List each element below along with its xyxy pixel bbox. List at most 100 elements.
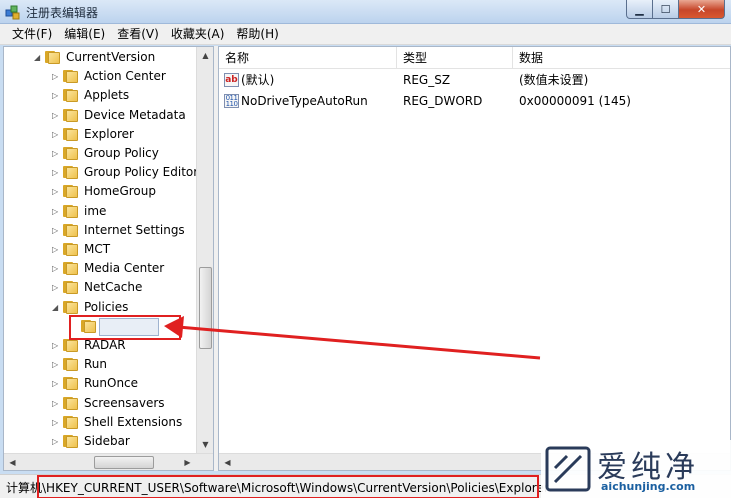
- folder-icon: [63, 434, 79, 448]
- tree-item[interactable]: ▷ Group Policy: [4, 144, 194, 163]
- tree-item[interactable]: ▷ Shell Extensions: [4, 413, 194, 432]
- folder-icon: [63, 338, 79, 352]
- tree-vertical-scrollbar[interactable]: ▲ ▼: [196, 47, 213, 453]
- window-controls: ▁ ☐ ✕: [626, 0, 725, 19]
- scroll-down-arrow-icon[interactable]: ▼: [197, 436, 213, 453]
- tree-item[interactable]: ▷ ime: [4, 202, 194, 221]
- menu-favorites[interactable]: 收藏夹(A): [165, 24, 231, 44]
- tree-item[interactable]: ▷ Group Policy Editor: [4, 163, 198, 182]
- collapse-arrow-icon[interactable]: ◢: [52, 303, 59, 311]
- column-header-row: 名称 类型 数据: [219, 47, 730, 69]
- scroll-left-arrow-icon[interactable]: ◀: [219, 454, 236, 470]
- binary-value-icon: 011 110: [224, 94, 239, 108]
- folder-icon: [63, 184, 79, 199]
- expand-arrow-icon[interactable]: ▷: [52, 418, 59, 426]
- column-header-type[interactable]: 类型: [397, 47, 513, 69]
- string-value-icon: ab: [224, 73, 239, 87]
- highlight-box-selected-key: [69, 315, 181, 340]
- highlight-box-status-path: [37, 475, 539, 498]
- expand-arrow-icon[interactable]: ▷: [52, 438, 59, 446]
- registry-tree[interactable]: ◢ CurrentVersion ▷ Action Center ▷ Applets ▷ De…: [3, 46, 214, 471]
- value-row[interactable]: 011 110 NoDriveTypeAutoRun REG_DWORD 0x00…: [219, 91, 730, 111]
- value-type: REG_SZ: [403, 73, 451, 87]
- scroll-thumb[interactable]: [94, 456, 154, 469]
- value-data: 0x00000091 (145): [519, 94, 631, 108]
- menu-edit[interactable]: 编辑(E): [58, 24, 111, 44]
- expand-arrow-icon[interactable]: ▷: [52, 92, 59, 100]
- tree-item[interactable]: ▷ Device Metadata: [4, 106, 194, 125]
- tree-item-label: ime: [84, 203, 107, 218]
- menu-help[interactable]: 帮助(H): [230, 24, 284, 44]
- expand-arrow-icon[interactable]: ▷: [52, 399, 59, 407]
- tree-item[interactable]: ▷ Applets: [4, 86, 194, 105]
- tree-item[interactable]: ▷ HomeGroup: [4, 182, 194, 201]
- collapse-arrow-icon[interactable]: ◢: [34, 54, 41, 62]
- folder-icon: [45, 50, 61, 64]
- tree-item[interactable]: ▷ Action Center: [4, 67, 194, 86]
- brand-logo-icon: [545, 446, 591, 492]
- expand-arrow-icon[interactable]: ▷: [52, 188, 59, 196]
- folder-icon: [63, 396, 79, 410]
- value-type: REG_DWORD: [403, 94, 483, 108]
- tree-item[interactable]: ◢ CurrentVersion: [4, 48, 194, 67]
- tree-item-label: CurrentVersion: [66, 50, 156, 64]
- tree-horizontal-scrollbar[interactable]: ◀ ▶: [4, 453, 213, 470]
- expand-arrow-icon[interactable]: ▷: [52, 150, 59, 158]
- expand-arrow-icon[interactable]: ▷: [52, 361, 59, 369]
- expand-arrow-icon[interactable]: ▷: [52, 342, 59, 350]
- expand-arrow-icon[interactable]: ▷: [52, 73, 59, 81]
- expand-arrow-icon[interactable]: ▷: [52, 380, 59, 388]
- tree-item[interactable]: ▷ Internet Settings: [4, 221, 194, 240]
- expand-arrow-icon[interactable]: ▷: [52, 246, 59, 254]
- tree-item[interactable]: ▷ Sidebar: [4, 432, 194, 451]
- maximize-button[interactable]: ☐: [653, 0, 679, 19]
- window-title: 注册表编辑器: [26, 6, 99, 20]
- scroll-up-arrow-icon[interactable]: ▲: [197, 47, 213, 64]
- tree-item[interactable]: ▷ MCT: [4, 240, 194, 259]
- tree-item-label: Group Policy Editor: [84, 165, 199, 180]
- column-header-data[interactable]: 数据: [513, 47, 730, 69]
- tree-item[interactable]: ▷ Screensavers: [4, 394, 194, 413]
- scroll-thumb[interactable]: [199, 267, 212, 349]
- expand-arrow-icon[interactable]: ▷: [52, 284, 59, 292]
- folder-icon: [63, 146, 79, 160]
- tree-item-label: Sidebar: [84, 434, 130, 448]
- folder-icon: [63, 300, 79, 314]
- tree-item-label: Media Center: [84, 261, 165, 276]
- expand-arrow-icon[interactable]: ▷: [52, 207, 59, 215]
- folder-icon: [63, 108, 79, 122]
- close-button[interactable]: ✕: [679, 0, 725, 19]
- tree-item[interactable]: ▷ Explorer: [4, 125, 194, 144]
- folder-icon: [63, 357, 79, 372]
- scroll-right-arrow-icon[interactable]: ▶: [179, 454, 196, 470]
- folder-icon: [63, 280, 79, 295]
- expand-arrow-icon[interactable]: ▷: [52, 111, 59, 119]
- tree-item-label: RunOnce: [84, 376, 139, 391]
- tree-item[interactable]: ▷ Run: [4, 355, 194, 374]
- scroll-left-arrow-icon[interactable]: ◀: [4, 454, 21, 470]
- expand-arrow-icon[interactable]: ▷: [52, 226, 59, 234]
- tree-item-label: HomeGroup: [84, 184, 156, 199]
- tree-item[interactable]: ◢ Policies: [4, 298, 194, 317]
- values-list[interactable]: 名称 类型 数据 ab (默认) REG_SZ (数值未设置) 011 110 N…: [218, 46, 731, 471]
- value-row[interactable]: ab (默认) REG_SZ (数值未设置): [219, 70, 730, 90]
- tree-item-label: Applets: [84, 88, 130, 103]
- menu-view[interactable]: 查看(V): [111, 24, 165, 44]
- title-bar: 注册表编辑器 ▁ ☐ ✕: [0, 0, 731, 24]
- expand-arrow-icon[interactable]: ▷: [52, 169, 59, 177]
- folder-icon: [63, 376, 79, 391]
- tree-item[interactable]: ▷ RunOnce: [4, 374, 194, 393]
- minimize-button[interactable]: ▁: [626, 0, 653, 19]
- expand-arrow-icon[interactable]: ▷: [52, 130, 59, 138]
- tree-item[interactable]: ▷ Media Center: [4, 259, 194, 278]
- regedit-icon: [5, 5, 20, 20]
- menu-file[interactable]: 文件(F): [6, 24, 58, 44]
- tree-item-label: Screensavers: [84, 395, 165, 410]
- watermark-url: aichunjing.com: [601, 480, 696, 493]
- tree-item[interactable]: ▷ NetCache: [4, 278, 194, 297]
- folder-icon: [63, 88, 79, 103]
- tree-item-label: Policies: [84, 299, 129, 314]
- tree-item-label: Run: [84, 357, 108, 372]
- expand-arrow-icon[interactable]: ▷: [52, 265, 59, 273]
- column-header-name[interactable]: 名称: [219, 47, 397, 69]
